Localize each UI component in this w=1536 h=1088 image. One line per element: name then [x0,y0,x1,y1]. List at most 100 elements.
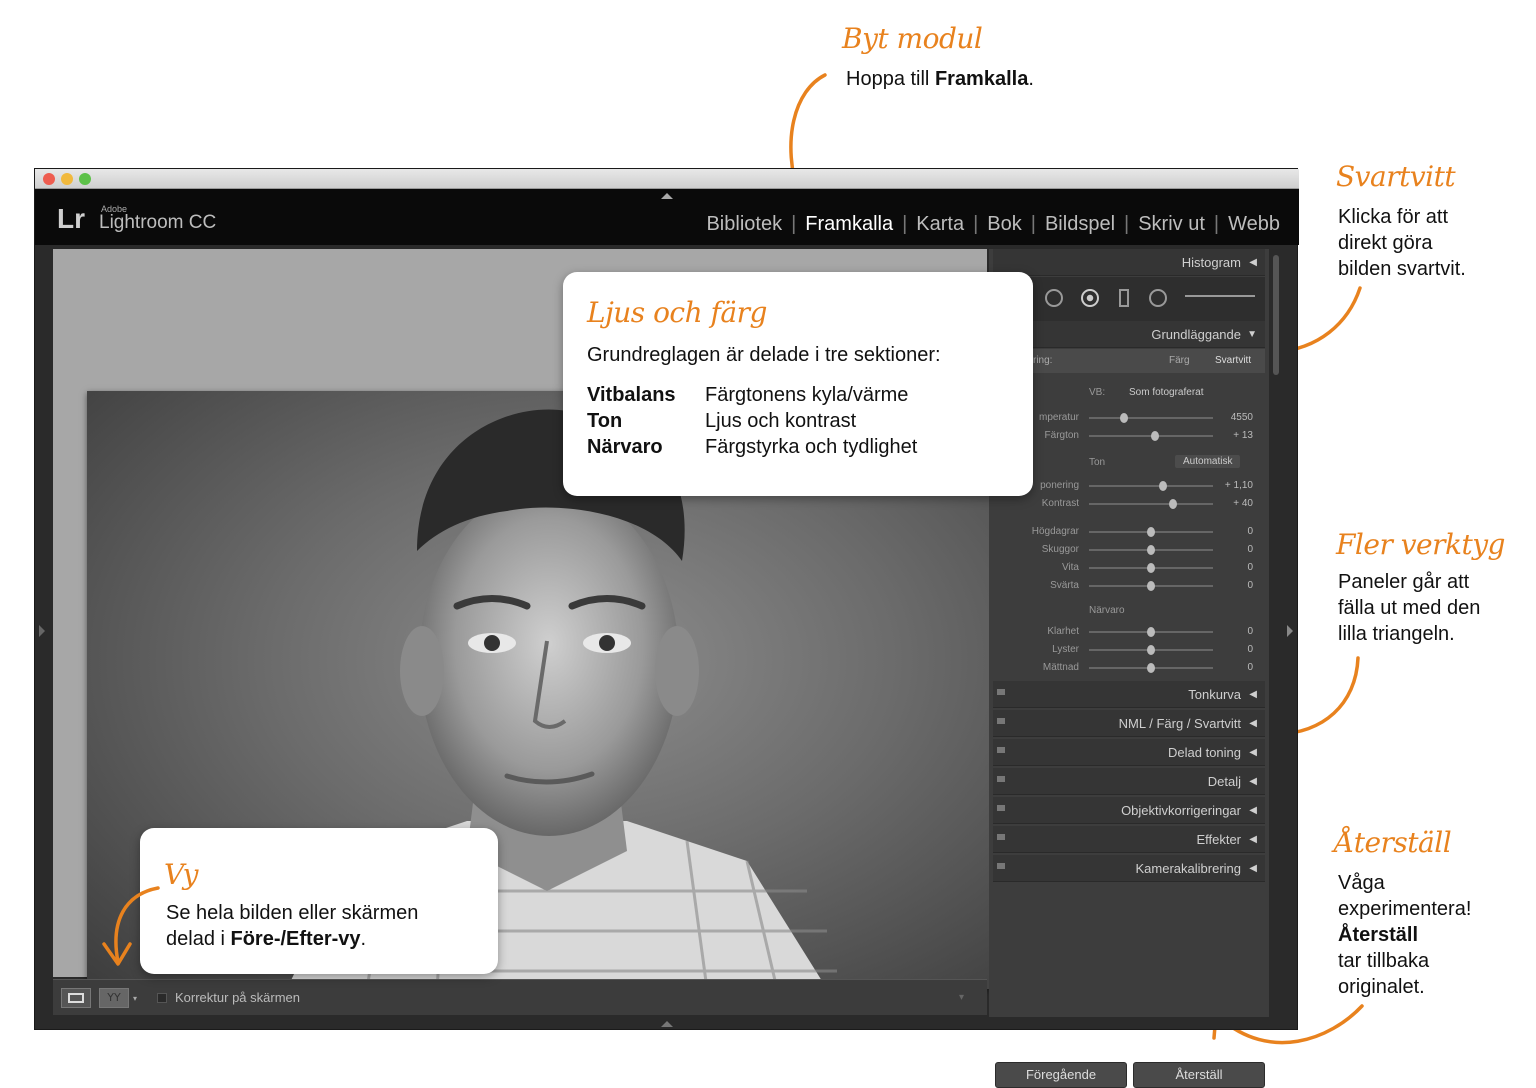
panel-collapsed[interactable]: Tonkurva ◀ [993,681,1265,708]
slider-track[interactable] [1089,417,1213,419]
slider-row: Mättnad 0 [993,659,1265,677]
previous-button[interactable]: Föregående [995,1062,1127,1088]
tone-row: Ton Automatisk [993,453,1265,473]
panel-switch-icon[interactable] [997,776,1005,782]
slider-knob[interactable] [1147,581,1155,591]
panel-collapsed[interactable]: NML / Färg / Svartvitt ◀ [993,710,1265,737]
panel-basic[interactable]: Grundläggande ▼ [993,321,1265,348]
slider-row: Vita 0 [993,559,1265,577]
slider-value[interactable]: + 1,10 [1225,480,1253,491]
graduated-filter-icon[interactable] [1119,289,1129,307]
slider-label: Mättnad [1042,662,1079,673]
panel-switch-icon[interactable] [997,834,1005,840]
panel-histogram-label: Histogram [1181,255,1241,270]
slider-knob[interactable] [1159,481,1168,491]
right-panel-toggle-icon[interactable] [1287,625,1293,637]
panel-collapsed-label: Detalj [1207,774,1241,789]
auto-button[interactable]: Automatisk [1175,455,1241,468]
collapse-triangle-icon[interactable]: ◀ [1249,710,1257,737]
panel-switch-icon[interactable] [997,689,1005,695]
slider-label: Svärta [1050,580,1079,591]
slider-knob[interactable] [1119,413,1128,423]
wb-preset[interactable]: Som fotograferat [1129,387,1203,398]
radial-filter-icon[interactable] [1149,289,1167,307]
panel-histogram[interactable]: Histogram ◀ [993,249,1265,276]
slider-label: Vita [1061,562,1079,573]
panel-scrollbar[interactable] [1273,255,1279,375]
collapse-triangle-icon[interactable]: ◀ [1249,768,1257,795]
collapse-triangle-icon[interactable]: ◀ [1249,739,1257,766]
panel-basic-label: Grundläggande [1151,327,1241,342]
slider-knob[interactable] [1169,499,1178,509]
slider-value[interactable]: 0 [1247,562,1253,573]
callout-view-post: . [360,928,367,950]
slider-knob[interactable] [1150,431,1159,441]
left-panel-toggle-icon[interactable] [39,625,45,637]
panel-switch-icon[interactable] [997,718,1005,724]
slider-track[interactable] [1089,503,1213,505]
panel-switch-icon[interactable] [997,863,1005,869]
panel-collapsed[interactable]: Kamerakalibrering ◀ [993,855,1265,882]
annotation-tools-text: Paneler går att fälla ut med den lilla t… [1338,569,1480,647]
zoom-button[interactable] [79,173,91,185]
close-button[interactable] [43,173,55,185]
collapse-triangle-icon[interactable]: ◀ [1249,681,1257,708]
slider-knob[interactable] [1147,663,1155,673]
slider-value[interactable]: 4550 [1231,412,1253,423]
module-webb[interactable]: Webb [1219,213,1289,236]
loupe-view-icon[interactable] [61,988,91,1008]
reset-button[interactable]: Återställ [1133,1062,1265,1088]
before-after-dropdown-icon[interactable]: ▾ [133,994,137,1003]
slider-track[interactable] [1089,485,1213,487]
treatment-bw[interactable]: Svartvitt [1215,355,1251,366]
panel-collapsed[interactable]: Effekter ◀ [993,826,1265,853]
module-skriv-ut[interactable]: Skriv ut [1129,213,1214,236]
slider-value[interactable]: 0 [1247,526,1253,537]
panel-collapsed-label: Kamerakalibrering [1135,861,1242,876]
slider-knob[interactable] [1147,545,1155,555]
minimize-button[interactable] [61,173,73,185]
slider-knob[interactable] [1147,527,1155,537]
panel-collapsed[interactable]: Detalj ◀ [993,768,1265,795]
panel-collapsed[interactable]: Delad toning ◀ [993,739,1265,766]
slider-value[interactable]: 0 [1247,544,1253,555]
annotation-reset-line: experimentera! [1338,898,1472,920]
panel-collapsed[interactable]: Objektivkorrigeringar ◀ [993,797,1265,824]
collapse-triangle-icon[interactable]: ◀ [1249,249,1257,276]
slider-value[interactable]: + 40 [1233,498,1253,509]
module-bildspel[interactable]: Bildspel [1036,213,1124,236]
slider-knob[interactable] [1147,627,1155,637]
toolbar-menu-icon[interactable]: ▾ [959,992,964,1003]
module-bok[interactable]: Bok [978,213,1030,236]
treatment-label: ring: [1033,355,1053,366]
adjustment-brush-icon[interactable] [1185,295,1255,297]
slider-label: Skuggor [1041,544,1079,555]
expand-triangle-icon[interactable]: ▼ [1247,321,1257,348]
panel-collapsed-label: NML / Färg / Svartvitt [1118,716,1241,731]
annotation-reset-bold: Återställ [1338,924,1419,946]
redeye-icon[interactable] [1081,289,1099,307]
treatment-color[interactable]: Färg [1169,355,1190,366]
slider-value[interactable]: 0 [1247,626,1253,637]
module-karta[interactable]: Karta [907,213,973,236]
panel-switch-icon[interactable] [997,805,1005,811]
slider-knob[interactable] [1147,645,1155,655]
collapse-triangle-icon[interactable]: ◀ [1249,826,1257,853]
slider-knob[interactable] [1147,563,1155,573]
proof-checkbox[interactable] [157,993,167,1003]
slider-value[interactable]: + 13 [1233,430,1253,441]
annotation-bw-text: Klicka för att direkt göra bilden svartv… [1338,204,1466,282]
slider-value[interactable]: 0 [1247,662,1253,673]
collapse-triangle-icon[interactable]: ◀ [1249,797,1257,824]
top-panel-toggle-icon[interactable] [661,193,673,199]
slider-value[interactable]: 0 [1247,580,1253,591]
module-framkalla[interactable]: Framkalla [796,213,902,236]
slider-value[interactable]: 0 [1247,644,1253,655]
toolbar: YY ▾ Korrektur på skärmen ▾ [53,979,987,1015]
module-bibliotek[interactable]: Bibliotek [697,213,791,236]
bottom-panel-toggle-icon[interactable] [661,1021,673,1027]
before-after-icon[interactable]: YY [99,988,129,1008]
collapse-triangle-icon[interactable]: ◀ [1249,855,1257,882]
panel-switch-icon[interactable] [997,747,1005,753]
spot-removal-icon[interactable] [1045,289,1063,307]
